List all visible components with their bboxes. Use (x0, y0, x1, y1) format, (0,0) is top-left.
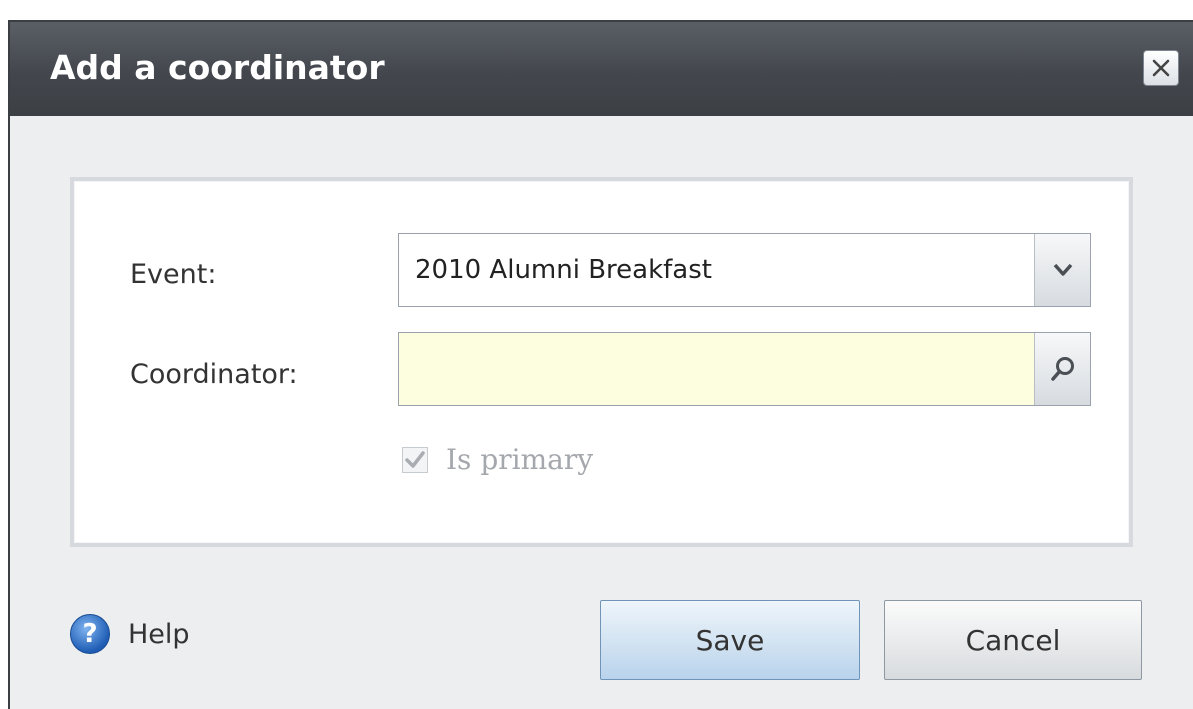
event-label: Event: (130, 259, 217, 290)
event-dropdown-button[interactable] (1034, 234, 1090, 306)
save-button[interactable]: Save (600, 600, 860, 680)
dialog-titlebar: Add a coordinator (10, 22, 1193, 116)
checkmark-icon (405, 450, 425, 468)
cancel-button[interactable]: Cancel (884, 600, 1142, 680)
form-panel: Event: 2010 Alumni Breakfast Coordinator… (70, 177, 1133, 547)
coordinator-label: Coordinator: (130, 359, 298, 390)
chevron-down-icon (1053, 263, 1072, 276)
coordinator-search-button[interactable] (1034, 333, 1090, 405)
is-primary-row: Is primary (402, 443, 593, 476)
close-icon (1152, 59, 1170, 77)
help-icon: ? (70, 614, 110, 654)
dialog-title: Add a coordinator (50, 48, 385, 87)
close-button[interactable] (1143, 50, 1179, 86)
coordinator-search-field[interactable] (398, 332, 1091, 406)
help-label: Help (128, 618, 190, 650)
is-primary-label: Is primary (446, 443, 594, 476)
is-primary-checkbox[interactable] (402, 446, 428, 473)
help-link[interactable]: ? Help (70, 614, 190, 654)
event-select[interactable]: 2010 Alumni Breakfast (398, 233, 1091, 307)
add-coordinator-dialog: Add a coordinator Event: 2010 Alumni Bre… (8, 20, 1193, 709)
search-icon (1050, 357, 1074, 381)
event-select-value: 2010 Alumni Breakfast (415, 255, 712, 285)
